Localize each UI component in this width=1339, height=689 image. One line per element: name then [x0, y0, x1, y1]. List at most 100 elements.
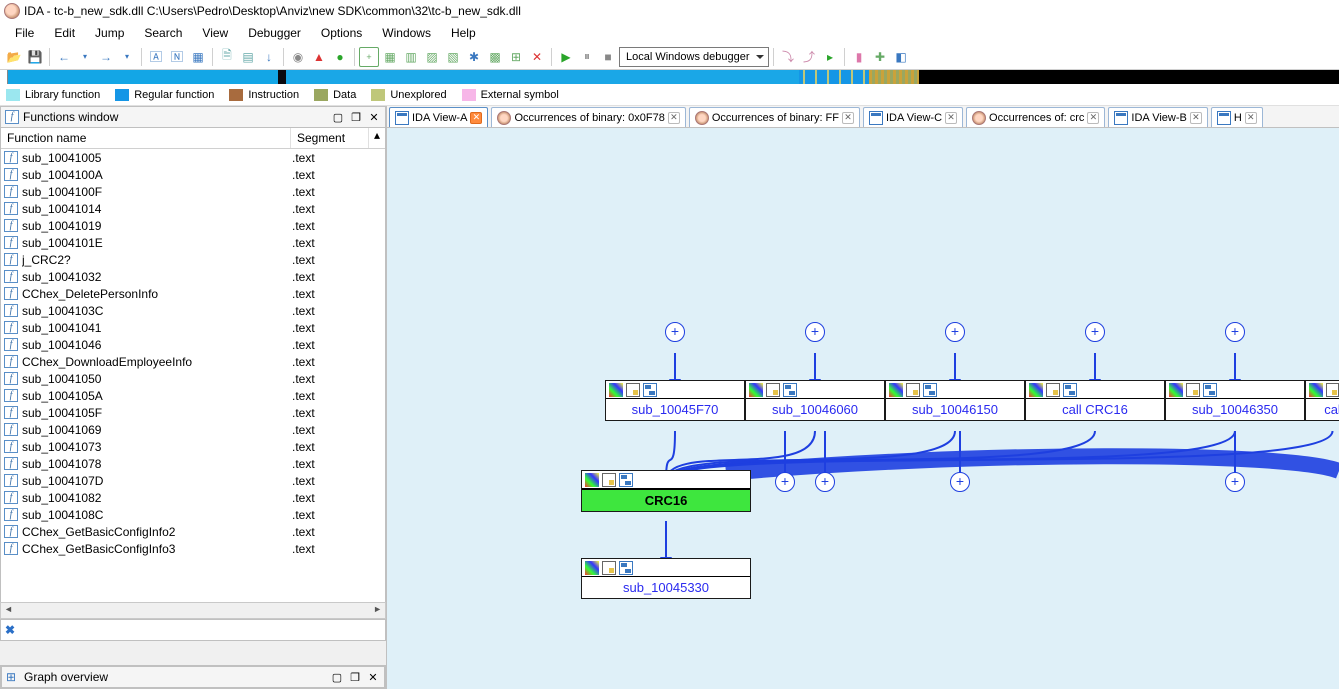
step-btn-3[interactable]: ▸	[820, 47, 840, 67]
step-btn-1[interactable]: ⤵	[778, 47, 798, 67]
tab-occurrences-of-crc[interactable]: Occurrences of: crc✕	[966, 107, 1105, 127]
graph-canvas[interactable]: sub_10045F70sub_10046060sub_10046150call…	[387, 128, 1339, 689]
expand-node-button[interactable]: +	[805, 322, 825, 342]
debug-pause[interactable]: ⏸	[577, 47, 597, 67]
navigation-band[interactable]	[0, 70, 1339, 84]
expand-node-button[interactable]: +	[1225, 322, 1245, 342]
expand-node-button[interactable]: +	[775, 472, 795, 492]
menu-windows[interactable]: Windows	[373, 24, 440, 42]
functions-hscroll[interactable]	[0, 602, 386, 619]
menu-edit[interactable]: Edit	[45, 24, 84, 42]
function-row[interactable]: fsub_10041019.text	[1, 217, 385, 234]
tab-occurrences-of-binary-0x0f78[interactable]: Occurrences of binary: 0x0F78✕	[491, 107, 685, 127]
menu-jump[interactable]: Jump	[86, 24, 133, 42]
menu-view[interactable]: View	[193, 24, 237, 42]
gov-restore[interactable]: ❐	[348, 670, 362, 684]
tool-a[interactable]: 🄰	[146, 47, 166, 67]
function-row[interactable]: fsub_1004105A.text	[1, 387, 385, 404]
run-marker[interactable]: ●	[330, 47, 350, 67]
function-row[interactable]: fsub_10041046.text	[1, 336, 385, 353]
tool-down[interactable]: ↓	[259, 47, 279, 67]
panel-restore[interactable]: ❐	[349, 110, 363, 124]
function-row[interactable]: fsub_10041050.text	[1, 370, 385, 387]
function-row[interactable]: fsub_1004100F.text	[1, 183, 385, 200]
debug-run[interactable]: ▶	[556, 47, 576, 67]
expand-node-button[interactable]: +	[815, 472, 835, 492]
functions-filter-input[interactable]	[19, 623, 381, 637]
function-row[interactable]: fsub_10041005.text	[1, 149, 385, 166]
function-row[interactable]: fsub_10041073.text	[1, 438, 385, 455]
expand-node-button[interactable]: +	[950, 472, 970, 492]
forward-button[interactable]: →	[96, 47, 116, 67]
back-dropdown[interactable]: ▾	[75, 47, 95, 67]
code-btn-8[interactable]: ⊞	[506, 47, 526, 67]
graph-node[interactable]: sub_10045F70	[605, 380, 745, 421]
function-row[interactable]: fsub_10041082.text	[1, 489, 385, 506]
tool-n[interactable]: 🄽	[167, 47, 187, 67]
function-row[interactable]: fCChex_DeletePersonInfo.text	[1, 285, 385, 302]
function-row[interactable]: fsub_1004107D.text	[1, 472, 385, 489]
function-row[interactable]: fsub_1004101E.text	[1, 234, 385, 251]
function-row[interactable]: fCChex_GetBasicConfigInfo2.text	[1, 523, 385, 540]
tab-close-icon[interactable]: ✕	[1245, 112, 1257, 124]
code-btn-2[interactable]: ▦	[380, 47, 400, 67]
expand-node-button[interactable]: +	[1085, 322, 1105, 342]
function-row[interactable]: fsub_10041069.text	[1, 421, 385, 438]
menu-search[interactable]: Search	[135, 24, 191, 42]
graph-node[interactable]: sub_10046350	[1165, 380, 1305, 421]
expand-node-button[interactable]: +	[665, 322, 685, 342]
forward-dropdown[interactable]: ▾	[117, 47, 137, 67]
code-btn-7[interactable]: ▩	[485, 47, 505, 67]
function-row[interactable]: fj_CRC2?.text	[1, 251, 385, 268]
tab-close-icon[interactable]: ✕	[668, 112, 680, 124]
functions-table-header[interactable]: Function name Segment ▴	[1, 128, 385, 149]
code-btn-4[interactable]: ▨	[422, 47, 442, 67]
back-button[interactable]: ←	[54, 47, 74, 67]
code-btn-5[interactable]: ▧	[443, 47, 463, 67]
gov-minimize[interactable]: ▢	[330, 670, 344, 684]
tab-ida-view-a[interactable]: IDA View-A✕	[389, 107, 488, 127]
function-row[interactable]: fsub_1004100A.text	[1, 166, 385, 183]
graph-node[interactable]: call CRC16	[1025, 380, 1165, 421]
code-btn-1[interactable]: +	[359, 47, 379, 67]
graph-node[interactable]: CRC16	[581, 470, 751, 512]
expand-node-button[interactable]: +	[1225, 472, 1245, 492]
function-row[interactable]: fsub_10041078.text	[1, 455, 385, 472]
menu-options[interactable]: Options	[312, 24, 371, 42]
gov-close[interactable]: ✕	[366, 670, 380, 684]
graph-node[interactable]: sub_10045330	[581, 558, 751, 599]
col-function-name[interactable]: Function name	[1, 128, 291, 148]
win-btn-3[interactable]: ◧	[891, 47, 911, 67]
function-row[interactable]: fsub_10041041.text	[1, 319, 385, 336]
tab-occurrences-of-binary-ff[interactable]: Occurrences of binary: FF✕	[689, 107, 860, 127]
expand-node-button[interactable]: +	[945, 322, 965, 342]
tab-close-icon[interactable]: ✕	[842, 112, 854, 124]
win-btn-1[interactable]: ▮	[849, 47, 869, 67]
tool-binary[interactable]: ▦	[188, 47, 208, 67]
tool-stop[interactable]: ◉	[288, 47, 308, 67]
function-row[interactable]: fsub_1004103C.text	[1, 302, 385, 319]
open-button[interactable]: 📂	[4, 47, 24, 67]
graph-node[interactable]: sub_10046060	[745, 380, 885, 421]
function-row[interactable]: fCChex_GetBasicConfigInfo3.text	[1, 540, 385, 557]
menu-file[interactable]: File	[6, 24, 43, 42]
tab-close-icon[interactable]: ✕	[470, 112, 482, 124]
code-btn-6[interactable]: ✱	[464, 47, 484, 67]
graph-node[interactable]: cal	[1305, 380, 1339, 421]
function-row[interactable]: fsub_10041014.text	[1, 200, 385, 217]
panel-close[interactable]: ✕	[367, 110, 381, 124]
code-btn-3[interactable]: ▥	[401, 47, 421, 67]
graph-node[interactable]: sub_10046150	[885, 380, 1025, 421]
tab-ida-view-c[interactable]: IDA View-C✕	[863, 107, 963, 127]
function-row[interactable]: fsub_1004105F.text	[1, 404, 385, 421]
col-segment[interactable]: Segment	[291, 128, 369, 148]
breakpoint-button[interactable]: ▲	[309, 47, 329, 67]
function-row[interactable]: fCChex_DownloadEmployeeInfo.text	[1, 353, 385, 370]
menu-help[interactable]: Help	[442, 24, 485, 42]
tab-ida-view-b[interactable]: IDA View-B✕	[1108, 107, 1207, 127]
menu-debugger[interactable]: Debugger	[239, 24, 310, 42]
panel-minimize[interactable]: ▢	[331, 110, 345, 124]
filter-clear-icon[interactable]: ✖	[5, 623, 15, 637]
debugger-select[interactable]: Local Windows debugger	[619, 47, 769, 67]
tab-close-icon[interactable]: ✕	[1087, 112, 1099, 124]
